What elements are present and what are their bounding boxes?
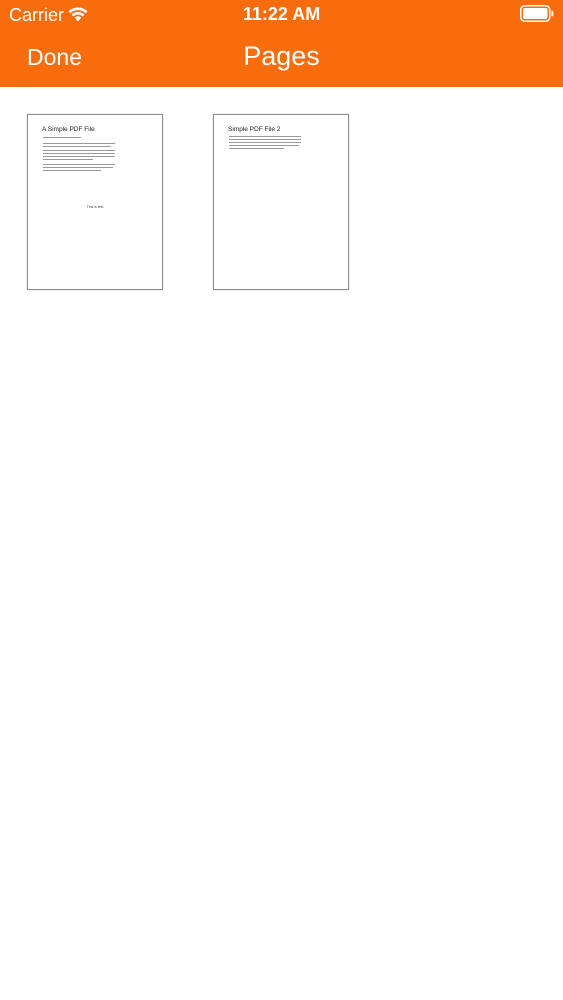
text-line bbox=[43, 159, 93, 160]
battery-icon bbox=[520, 5, 554, 22]
text-line bbox=[43, 137, 81, 138]
page-thumbnail-1[interactable]: A Simple PDF File This is text bbox=[27, 114, 163, 290]
text-line bbox=[43, 153, 115, 154]
text-line bbox=[43, 150, 115, 151]
text-line bbox=[229, 139, 301, 140]
header-bar: Carrier 11:22 AM Done Pages bbox=[0, 0, 563, 87]
text-line bbox=[43, 164, 115, 165]
page-thumbnail-title: A Simple PDF File bbox=[42, 126, 95, 133]
page-thumbnail-2[interactable]: Simple PDF File 2 bbox=[213, 114, 349, 290]
navigation-bar: Done Pages bbox=[0, 30, 563, 87]
page-thumbnail-title: Simple PDF File 2 bbox=[228, 126, 281, 133]
status-bar: Carrier 11:22 AM bbox=[0, 0, 563, 30]
text-line bbox=[43, 167, 113, 168]
text-line bbox=[229, 148, 284, 149]
text-line bbox=[43, 170, 101, 171]
text-line bbox=[229, 136, 301, 137]
text-line bbox=[229, 145, 299, 146]
text-line bbox=[229, 142, 301, 143]
text-line bbox=[43, 143, 115, 144]
page-thumbnail-footer: This is text bbox=[86, 205, 104, 209]
text-line bbox=[43, 156, 115, 157]
text-line bbox=[43, 146, 111, 147]
page-title: Pages bbox=[243, 41, 320, 71]
done-button[interactable]: Done bbox=[27, 43, 82, 71]
status-time: 11:22 AM bbox=[242, 4, 321, 24]
